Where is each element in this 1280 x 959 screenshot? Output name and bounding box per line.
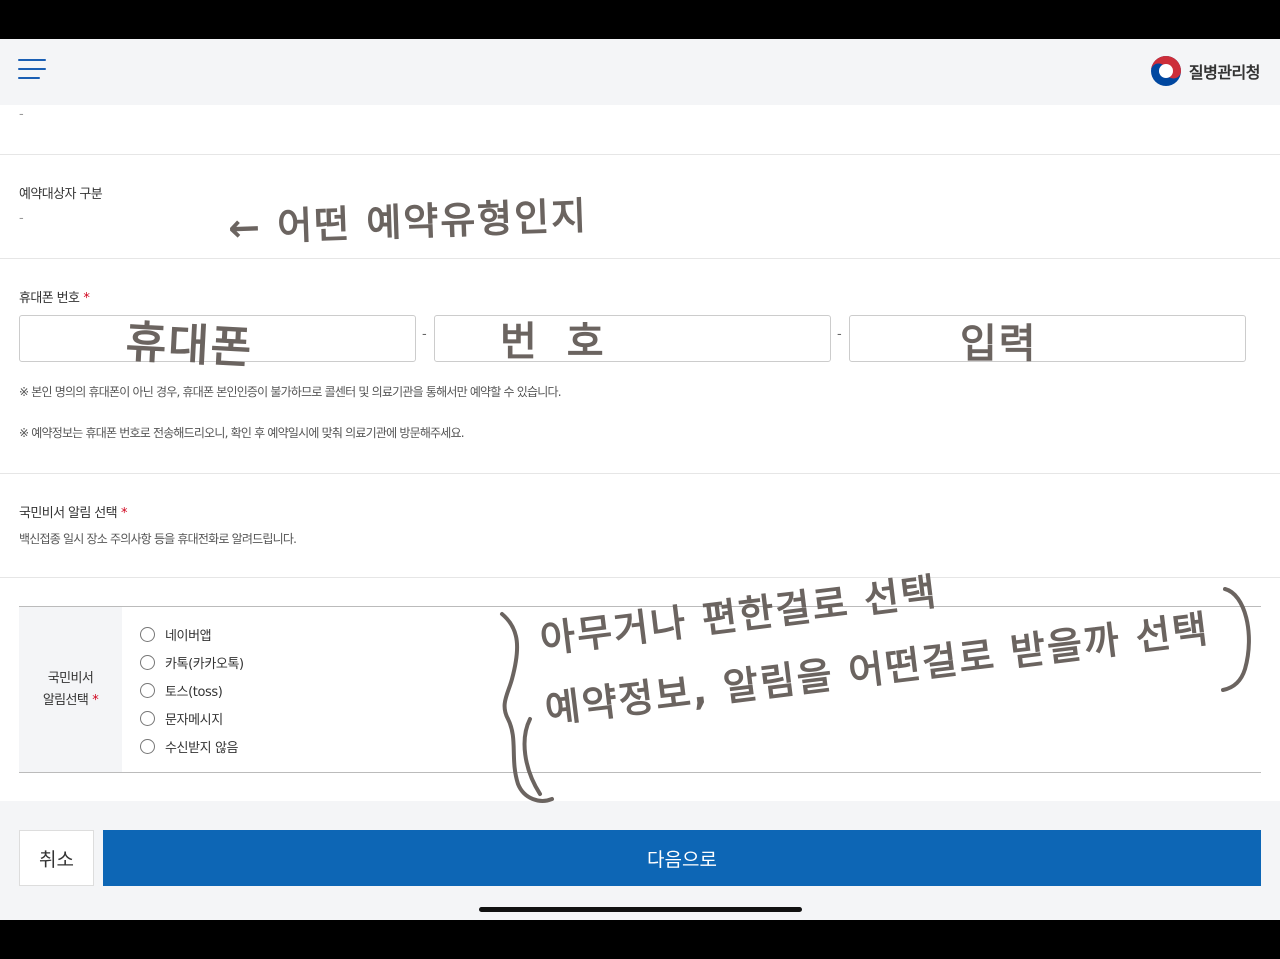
handwritten-paren-icon	[1221, 587, 1251, 692]
header: 질병관리청	[0, 39, 1280, 105]
reservation-type-value: -	[19, 211, 24, 226]
cancel-button[interactable]: 취소	[19, 830, 94, 886]
next-button[interactable]: 다음으로	[103, 830, 1261, 886]
table-header-line: 국민비서	[47, 670, 94, 686]
previous-field-value: -	[19, 107, 24, 122]
notification-title-text: 국민비서 알림 선택	[19, 506, 118, 521]
radio-option-naver[interactable]: 네이버앱	[140, 620, 244, 648]
notification-section-title: 국민비서 알림 선택 *	[19, 502, 127, 521]
divider	[0, 258, 1280, 259]
status-bar	[0, 0, 1280, 39]
notification-options: 네이버앱 카톡(카카오톡) 토스(toss) 문자메시지 수신받지 않음	[140, 620, 244, 760]
reservation-type-label: 예약대상자 구분	[19, 187, 103, 202]
phone-label: 휴대폰 번호 *	[19, 287, 90, 306]
app-screen: 질병관리청 - 예약대상자 구분 - 휴대폰 번호 * - - ※ 본인 명의의 …	[0, 39, 1280, 920]
phone-input-3[interactable]	[849, 315, 1246, 362]
radio-option-toss[interactable]: 토스(toss)	[140, 676, 244, 704]
phone-note: ※ 본인 명의의 휴대폰이 아닌 경우, 휴대폰 본인인증이 불가하므로 콜센터…	[19, 385, 562, 399]
table-header-line: 알림선택 *	[42, 692, 99, 708]
divider	[0, 577, 1280, 578]
radio-circle-icon[interactable]	[140, 626, 155, 642]
notification-description: 백신접종 일시 장소 주의사항 등을 휴대전화로 알려드립니다.	[19, 532, 297, 546]
divider	[0, 154, 1280, 155]
notification-table-header: 국민비서 알림선택 *	[19, 607, 122, 772]
bottom-bezel	[0, 920, 1280, 959]
phone-separator: -	[837, 327, 842, 342]
org-name: 질병관리청	[1188, 63, 1261, 82]
radio-circle-icon[interactable]	[140, 654, 155, 670]
radio-circle-icon[interactable]	[140, 738, 155, 754]
agency-logo[interactable]: 질병관리청	[1150, 54, 1261, 88]
divider	[0, 473, 1280, 474]
phone-label-text: 휴대폰 번호	[19, 291, 80, 306]
handwritten-note-reservation-type: ← 어떤 예약유형인지	[227, 193, 589, 251]
home-indicator[interactable]	[479, 907, 802, 912]
phone-note: ※ 예약정보는 휴대폰 번호로 전송해드리오니, 확인 후 예약일시에 맞춰 의…	[19, 426, 465, 440]
required-mark: *	[83, 291, 90, 306]
radio-circle-icon[interactable]	[140, 710, 155, 726]
required-mark: *	[120, 506, 127, 521]
hamburger-menu-icon[interactable]	[18, 59, 48, 81]
radio-option-sms[interactable]: 문자메시지	[140, 704, 244, 732]
radio-option-kakaotalk[interactable]: 카톡(카카오톡)	[140, 648, 244, 676]
radio-circle-icon[interactable]	[140, 682, 155, 698]
handwritten-note-phone: 입력	[960, 321, 1038, 367]
phone-separator: -	[422, 327, 427, 342]
radio-option-none[interactable]: 수신받지 않음	[140, 732, 244, 760]
taegeuk-logo-icon	[1150, 56, 1181, 86]
handwritten-note-phone: 번호	[500, 319, 634, 365]
handwritten-note-phone: 휴대폰	[124, 316, 255, 375]
footer-action-bar: 취소 다음으로	[0, 801, 1280, 920]
